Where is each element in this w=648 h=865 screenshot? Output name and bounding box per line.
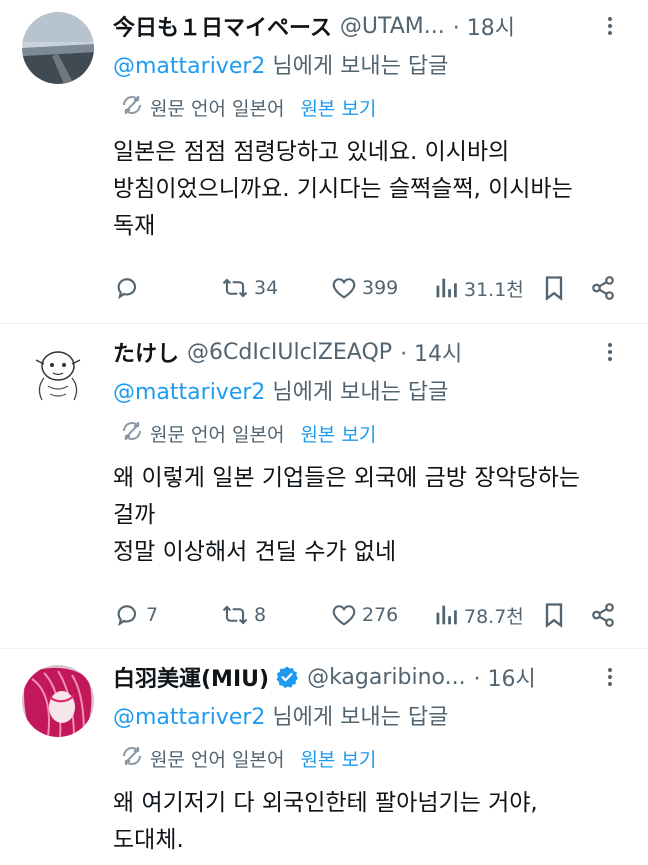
timestamp[interactable]: · 18시 xyxy=(453,10,515,42)
reply-count: 7 xyxy=(146,604,159,626)
more-options-icon[interactable] xyxy=(596,338,624,366)
reply-suffix: 님에게 보내는 답글 xyxy=(265,380,449,405)
reply-button[interactable]: 7 xyxy=(110,595,158,635)
display-name[interactable]: 今日も１日マイペース xyxy=(113,10,332,42)
show-original-link[interactable]: 원본 보기 xyxy=(300,94,376,121)
translate-icon xyxy=(120,744,144,773)
show-original-link[interactable]: 원본 보기 xyxy=(300,420,376,447)
tweet-card[interactable]: 白羽美運(MIU) @kagaribino... · 16시 @mattariv… xyxy=(0,649,648,865)
tweet-text: 일본은 점점 점령당하고 있네요. 이시바의 방침이었으니까요. 기시다는 슬쩍… xyxy=(113,134,622,245)
tweet-header: 白羽美運(MIU) @kagaribino... · 16시 xyxy=(113,661,624,693)
reply-context: @mattariver2 님에게 보내는 답글 xyxy=(113,699,448,731)
display-name[interactable]: たけし xyxy=(113,336,179,368)
retweet-count: 8 xyxy=(254,604,267,626)
bookmark-button[interactable] xyxy=(538,595,566,635)
tweet-text: 왜 이렇게 일본 기업들은 외국에 금방 장악당하는 걸까 정말 이상해서 견딜… xyxy=(113,460,622,571)
share-button[interactable] xyxy=(586,268,616,308)
view-count: 31.1천 xyxy=(464,278,524,301)
avatar[interactable] xyxy=(22,665,94,737)
tweet-header: 今日も１日マイペース @UTAM... · 18시 xyxy=(113,10,624,42)
retweet-icon xyxy=(220,601,250,629)
share-icon xyxy=(590,274,616,302)
tweet-card[interactable]: たけし @6CdIcIUlclZEAQP · 14시 @mattariver2 … xyxy=(0,324,648,649)
heart-icon xyxy=(330,274,358,302)
reply-button[interactable] xyxy=(110,268,146,308)
reply-icon xyxy=(114,274,142,302)
share-button[interactable] xyxy=(586,595,616,635)
views-icon xyxy=(434,274,460,302)
more-options-icon[interactable] xyxy=(596,663,624,691)
tweet-header: たけし @6CdIcIUlclZEAQP · 14시 xyxy=(113,336,624,368)
timestamp[interactable]: · 14시 xyxy=(400,336,462,368)
bookmark-icon xyxy=(542,274,566,302)
tweet-text-line: 정말 이상해서 견딜 수가 없네 xyxy=(113,539,397,565)
reply-suffix: 님에게 보내는 답글 xyxy=(265,54,449,79)
share-icon xyxy=(590,601,616,629)
source-language: 원문 언어 일본어 xyxy=(150,423,285,446)
heart-icon xyxy=(330,601,358,629)
avatar[interactable] xyxy=(22,12,94,84)
views-button[interactable]: 31.1천 xyxy=(430,268,524,308)
reply-mention-link[interactable]: @mattariver2 xyxy=(113,705,265,730)
views-icon xyxy=(434,601,460,629)
bookmark-button[interactable] xyxy=(538,268,566,308)
avatar[interactable] xyxy=(22,340,94,412)
view-count: 78.7천 xyxy=(464,605,524,628)
tweet-card[interactable]: 今日も１日マイペース @UTAM... · 18시 @mattariver2 님… xyxy=(0,0,648,324)
bookmark-icon xyxy=(542,601,566,629)
reply-suffix: 님에게 보내는 답글 xyxy=(265,705,449,730)
like-button[interactable]: 399 xyxy=(326,268,398,308)
like-count: 399 xyxy=(362,277,399,299)
tweet-text-line: 방침이었으니까요. 기시다는 슬쩍슬쩍, 이시바는 xyxy=(113,176,573,202)
tweet-text-line: 일본은 점점 점령당하고 있네요. 이시바의 xyxy=(113,139,510,165)
tweet-text-line: 도대체. xyxy=(113,827,184,853)
retweet-icon xyxy=(220,274,250,302)
timestamp[interactable]: · 16시 xyxy=(474,661,536,693)
source-language: 원문 언어 일본어 xyxy=(150,97,285,120)
tweet-text-line: 왜 이렇게 일본 기업들은 외국에 금방 장악당하는 xyxy=(113,465,581,491)
translation-bar: 원문 언어 일본어 원본 보기 xyxy=(120,92,376,122)
translation-bar: 원문 언어 일본어 원본 보기 xyxy=(120,743,376,773)
source-language: 원문 언어 일본어 xyxy=(150,748,285,771)
reply-mention-link[interactable]: @mattariver2 xyxy=(113,54,265,79)
translate-icon xyxy=(120,419,144,448)
tweet-text-line: 걸까 xyxy=(113,502,156,528)
reply-mention-link[interactable]: @mattariver2 xyxy=(113,380,265,405)
retweet-button[interactable]: 8 xyxy=(216,595,266,635)
user-handle[interactable]: @kagaribino... xyxy=(307,665,466,690)
retweet-button[interactable]: 34 xyxy=(216,268,278,308)
retweet-count: 34 xyxy=(254,277,279,299)
tweet-text: 왜 여기저기 다 외국인한테 팔아넘기는 거야, 도대체. xyxy=(113,785,622,859)
tweet-text-line: 독재 xyxy=(113,213,156,239)
user-handle[interactable]: @6CdIcIUlclZEAQP xyxy=(187,340,392,365)
translation-bar: 원문 언어 일본어 원본 보기 xyxy=(120,418,376,448)
user-handle[interactable]: @UTAM... xyxy=(340,14,445,39)
reply-icon xyxy=(114,601,142,629)
views-button[interactable]: 78.7천 xyxy=(430,595,524,635)
reply-context: @mattariver2 님에게 보내는 답글 xyxy=(113,48,448,80)
action-bar: 34 399 31.1천 xyxy=(110,268,624,308)
like-count: 276 xyxy=(362,604,399,626)
display-name[interactable]: 白羽美運(MIU) xyxy=(113,661,269,693)
translate-icon xyxy=(120,93,144,122)
like-button[interactable]: 276 xyxy=(326,595,398,635)
action-bar: 7 8 276 78.7천 xyxy=(110,595,624,635)
reply-context: @mattariver2 님에게 보내는 답글 xyxy=(113,374,448,406)
tweet-text-line: 왜 여기저기 다 외국인한테 팔아넘기는 거야, xyxy=(113,790,538,816)
show-original-link[interactable]: 원본 보기 xyxy=(300,745,376,772)
more-options-icon[interactable] xyxy=(596,12,624,40)
verified-badge-icon xyxy=(275,665,299,689)
